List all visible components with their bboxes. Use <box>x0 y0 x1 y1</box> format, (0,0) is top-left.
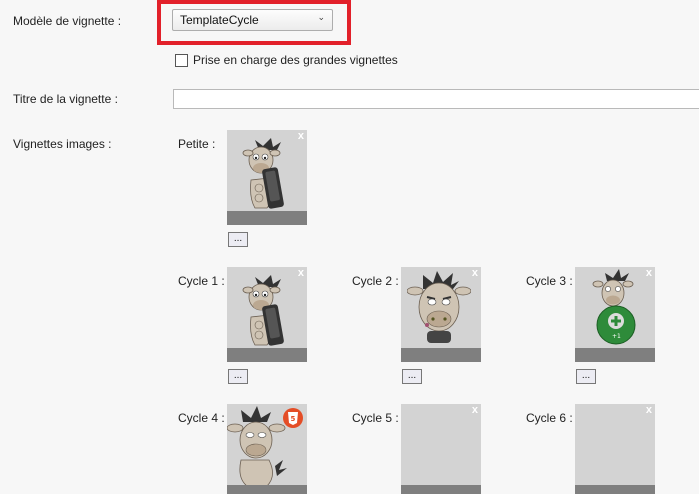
thumbnail-bar <box>227 348 307 362</box>
browse-button-cycle-2[interactable]: ... <box>402 369 422 384</box>
thumbnail-bar <box>401 485 481 494</box>
svg-text:+1: +1 <box>612 333 621 340</box>
thumb-label-cycle-3: Cycle 3 : <box>526 274 573 288</box>
large-thumbnails-label: Prise en charge des grandes vignettes <box>193 53 398 67</box>
images-label: Vignettes images : <box>13 137 112 151</box>
thumb-label-petite: Petite : <box>178 137 216 151</box>
browse-button-cycle-3[interactable]: ... <box>576 369 596 384</box>
close-icon[interactable]: x <box>298 268 304 279</box>
template-select[interactable]: TemplateCycle ⌄ <box>172 9 333 31</box>
thumbnail-cycle-1[interactable]: x <box>227 267 307 362</box>
close-icon[interactable]: x <box>298 131 304 142</box>
thumbnail-cycle-3[interactable]: +1 x <box>575 267 655 362</box>
template-select-value: TemplateCycle <box>180 13 259 27</box>
thumb-label-cycle-2: Cycle 2 : <box>352 274 399 288</box>
large-thumbnails-checkbox[interactable] <box>175 54 188 67</box>
template-label: Modèle de vignette : <box>13 14 122 28</box>
thumbnail-petite[interactable]: x <box>227 130 307 225</box>
close-icon[interactable]: x <box>646 268 652 279</box>
donkey-plus-one-icon: +1 <box>592 269 636 345</box>
thumbnail-settings-panel: Modèle de vignette : TemplateCycle ⌄ Pri… <box>0 0 699 494</box>
donkey-html5-icon: 5 <box>227 406 303 487</box>
donkey-phone-icon <box>242 138 284 209</box>
browse-button-cycle-1[interactable]: ... <box>228 369 248 384</box>
close-icon[interactable]: x <box>472 268 478 279</box>
close-icon[interactable]: x <box>472 405 478 416</box>
svg-text:5: 5 <box>291 415 296 423</box>
thumb-label-cycle-1: Cycle 1 : <box>178 274 225 288</box>
donkey-face-icon <box>407 271 471 343</box>
thumbnail-bar <box>401 348 481 362</box>
title-label: Titre de la vignette : <box>13 92 118 106</box>
thumb-label-cycle-4: Cycle 4 : <box>178 411 225 425</box>
thumbnail-cycle-5[interactable]: x <box>401 404 481 494</box>
donkey-phone-icon <box>242 275 284 346</box>
thumb-label-cycle-6: Cycle 6 : <box>526 411 573 425</box>
browse-button-petite[interactable]: ... <box>228 232 248 247</box>
thumbnail-bar <box>575 348 655 362</box>
thumbnail-bar <box>227 485 307 494</box>
thumbnail-cycle-4[interactable]: 5 <box>227 404 307 494</box>
thumbnail-cycle-2[interactable]: x <box>401 267 481 362</box>
title-input[interactable] <box>173 89 699 109</box>
close-icon[interactable]: x <box>646 405 652 416</box>
chevron-down-icon: ⌄ <box>317 12 325 22</box>
thumbnail-cycle-6[interactable]: x <box>575 404 655 494</box>
thumb-label-cycle-5: Cycle 5 : <box>352 411 399 425</box>
thumbnail-bar <box>575 485 655 494</box>
thumbnail-bar <box>227 211 307 225</box>
